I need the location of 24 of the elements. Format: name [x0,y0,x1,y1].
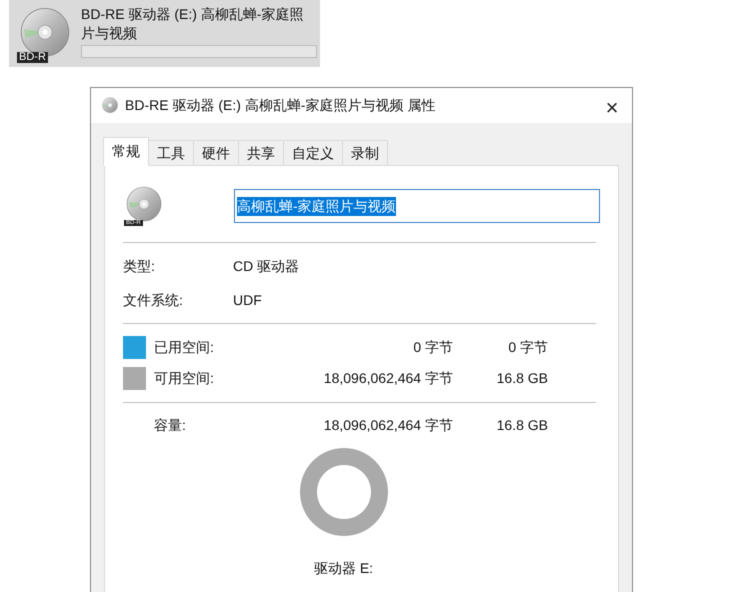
info-value: UDF [233,291,262,310]
space-size: 0 字节 [507,338,548,357]
disc-label: BD-R [17,52,48,63]
space-label: 已用空间: [154,338,215,357]
selected-name: 高柳乱蝉-家庭照片与视频 [237,196,396,216]
space-size: 16.8 GB [496,369,548,388]
drive-label: 驱动器 E: [314,559,374,578]
name-field[interactable]: 高柳乱蝉-家庭照片与视频 [234,189,600,223]
disc-icon [101,96,119,114]
info-label: 类型: [123,257,156,276]
tab[interactable]: 常规 [103,137,149,166]
space-bytes: 18,096,062,464 字节 [322,369,453,388]
close-button[interactable]: × [592,90,632,120]
capacity-size: 16.8 GB [496,416,548,435]
tab[interactable]: 录制 [342,140,388,166]
space-label: 可用空间: [154,369,215,388]
info-value: CD 驱动器 [233,257,300,276]
window-title: BD-RE 驱动器 (E:) 高柳乱蝉-家庭照片与视频 属性 [125,96,436,115]
drive-name: BD-RE 驱动器 (E:) 高柳乱蝉-家庭照片与视频 [81,5,304,43]
drive-tile[interactable]: BD-R BD-RE 驱动器 (E:) 高柳乱蝉-家庭照片与视频 [9,0,320,67]
capacity-bytes: 18,096,062,464 字节 [322,416,453,435]
space-bytes: 0 字节 [412,338,453,357]
capacity-label: 容量: [154,416,187,435]
info-label: 文件系统: [123,291,184,310]
